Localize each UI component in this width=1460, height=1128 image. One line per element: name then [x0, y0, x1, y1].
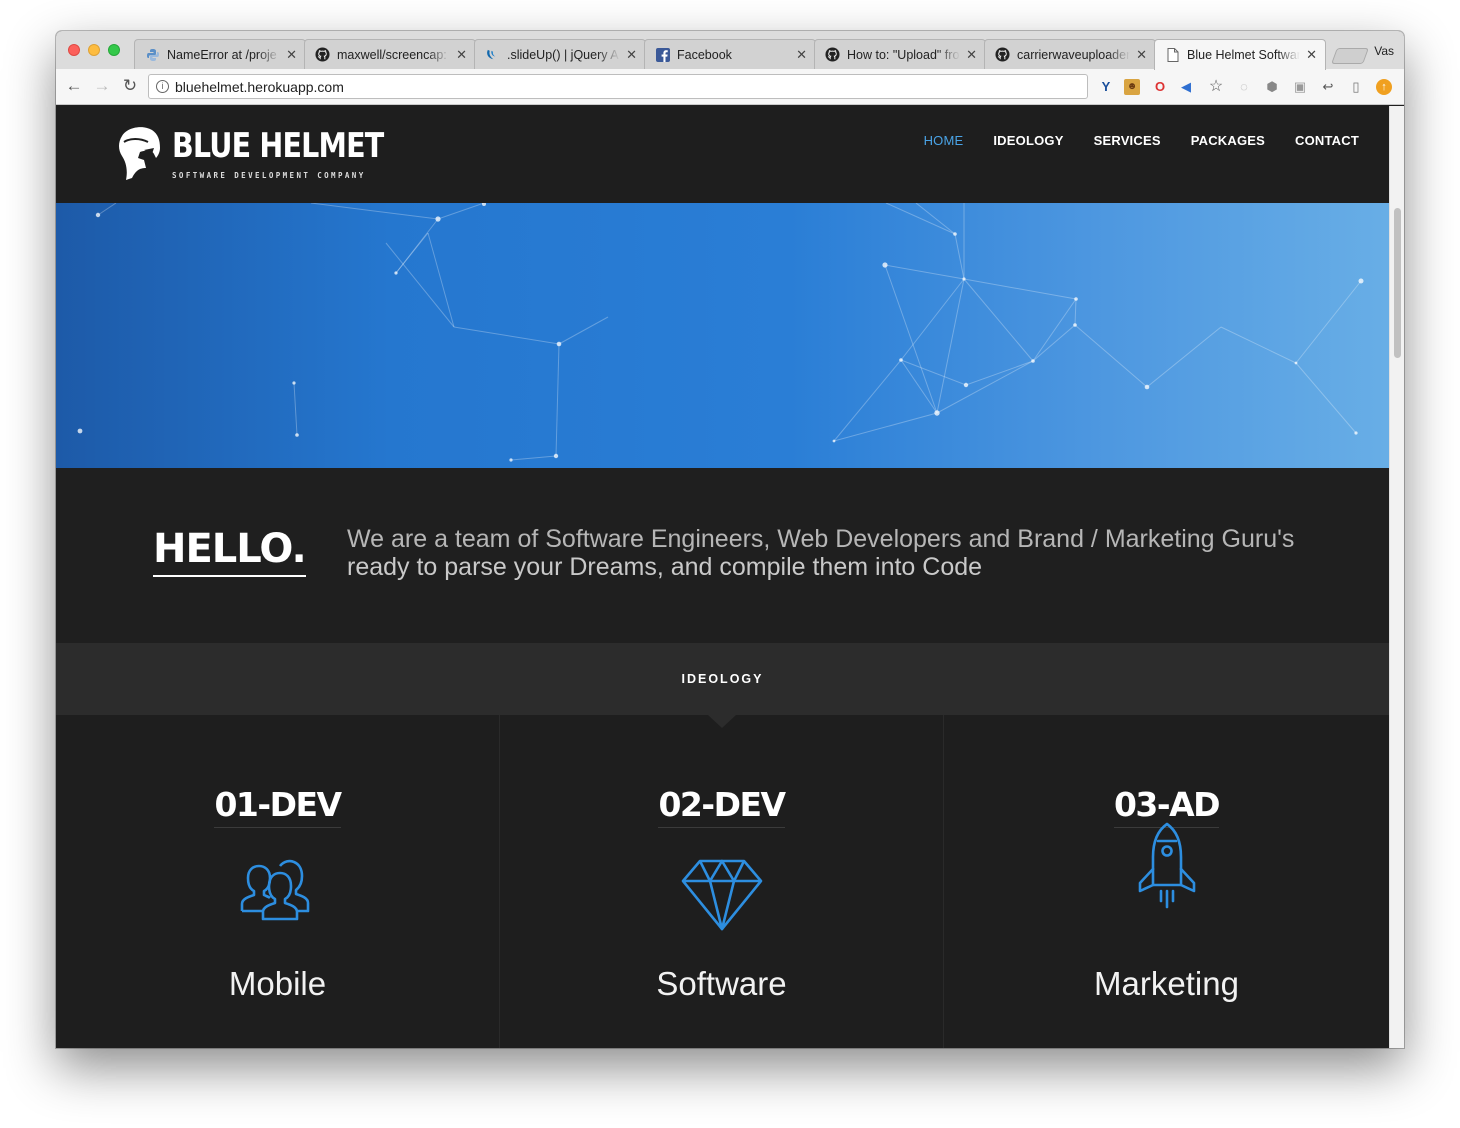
github-icon	[995, 47, 1010, 62]
tab-title: carrierwaveuploader	[1017, 47, 1131, 62]
diamond-icon	[681, 859, 762, 931]
facebook-icon	[655, 47, 670, 62]
tab-close-icon[interactable]: ✕	[286, 47, 297, 63]
intro-text: We are a team of Software Engineers, Web…	[347, 525, 1307, 581]
yoast-extension-icon[interactable]: Y	[1098, 79, 1114, 95]
logo-text: BLUE HELMET	[172, 126, 384, 166]
tab-title: maxwell/screencap:	[337, 47, 447, 62]
tab-close-icon[interactable]: ✕	[796, 47, 807, 63]
tab-4[interactable]: Facebook ✕	[644, 39, 816, 69]
minimize-window-button[interactable]	[88, 44, 100, 56]
tab-7-active[interactable]: Blue Helmet Softwar ✕	[1154, 39, 1326, 70]
tab-title: Blue Helmet Softwar	[1187, 48, 1301, 62]
bookmark-star-icon[interactable]: ☆	[1208, 79, 1224, 95]
tab-strip: NameError at /proje ✕ maxwell/screencap:…	[56, 31, 1404, 70]
column-label: Software	[656, 965, 787, 1002]
column-number: 01-DEV	[214, 785, 342, 828]
tab-title: NameError at /proje	[167, 47, 277, 62]
jquery-icon	[485, 47, 500, 62]
column-label: Marketing	[1094, 965, 1239, 1002]
scrollbar-thumb[interactable]	[1394, 208, 1401, 358]
nav-contact[interactable]: CONTACT	[1295, 133, 1359, 148]
close-window-button[interactable]	[68, 44, 80, 56]
network-particles-graphic	[77, 203, 1364, 462]
python-icon	[145, 47, 160, 62]
tab-close-icon[interactable]: ✕	[626, 47, 637, 63]
tab-1[interactable]: NameError at /proje ✕	[134, 39, 306, 69]
back-icon[interactable]: ←	[64, 77, 84, 95]
github-icon	[825, 47, 840, 62]
tab-6[interactable]: carrierwaveuploader ✕	[984, 39, 1156, 69]
browser-window: NameError at /proje ✕ maxwell/screencap:…	[56, 31, 1404, 1048]
forward-icon[interactable]: →	[92, 77, 112, 95]
maximize-window-button[interactable]	[108, 44, 120, 56]
github-icon	[315, 47, 330, 62]
ideology-column-software: 02-DEV Software	[500, 715, 944, 1048]
ideology-columns: 01-DEV Mobile 02-DEV Software 03-AD Mark…	[56, 715, 1389, 1048]
url-text: bluehelmet.herokuapp.com	[175, 78, 344, 95]
nav-packages[interactable]: PACKAGES	[1191, 133, 1265, 148]
ideology-title: IDEOLOGY	[681, 672, 764, 686]
browser-toolbar: ← → ↻ i bluehelmet.herokuapp.com Y ☻ O ◀…	[56, 69, 1404, 105]
tab-close-icon[interactable]: ✕	[1136, 47, 1147, 63]
megaphone-extension-icon[interactable]: ◀	[1178, 79, 1194, 95]
face-extension-icon[interactable]: ☻	[1124, 79, 1140, 95]
new-tab-button[interactable]	[1331, 48, 1369, 64]
tab-close-icon[interactable]: ✕	[966, 47, 977, 63]
tab-2[interactable]: maxwell/screencap: ✕	[304, 39, 476, 69]
users-icon	[240, 859, 309, 921]
circle-extension-icon[interactable]: ◌	[1236, 79, 1252, 95]
tab-close-icon[interactable]: ✕	[456, 47, 467, 63]
helmet-icon	[119, 127, 160, 180]
column-number: 02-DEV	[658, 785, 786, 828]
tab-3[interactable]: .slideUp() | jQuery A ✕	[474, 39, 646, 69]
column-label: Mobile	[228, 965, 327, 1002]
reload-icon[interactable]: ↻	[120, 77, 140, 95]
site-logo[interactable]: BLUE HELMET SOFTWARE DEVELOPMENT COMPANY	[116, 124, 396, 184]
hero-banner	[56, 203, 1389, 468]
hello-heading: HELLO.	[153, 526, 307, 577]
square-extension-icon[interactable]: ▯	[1348, 79, 1364, 95]
hello-section: HELLO. We are a team of Software Enginee…	[56, 468, 1389, 643]
tab-title: Facebook	[677, 47, 732, 62]
intro-line-2: ready to parse your Dreams, and compile …	[347, 553, 983, 581]
update-extension-icon[interactable]: ↑	[1376, 79, 1392, 95]
web-page: BLUE HELMET SOFTWARE DEVELOPMENT COMPANY…	[56, 106, 1389, 1048]
reply-extension-icon[interactable]: ↩	[1320, 79, 1336, 95]
ideology-section-header: IDEOLOGY	[56, 643, 1389, 715]
cube-extension-icon[interactable]: ⬢	[1264, 79, 1280, 95]
nav-home[interactable]: HOME	[924, 133, 964, 148]
tab-close-icon[interactable]: ✕	[1306, 47, 1317, 63]
main-nav: HOME IDEOLOGY SERVICES PACKAGES CONTACT	[894, 133, 1359, 148]
logo-subtitle: SOFTWARE DEVELOPMENT COMPANY	[172, 171, 366, 180]
info-icon[interactable]: i	[156, 80, 169, 93]
section-pointer-arrow	[708, 715, 736, 728]
ideology-column-mobile: 01-DEV Mobile	[56, 715, 500, 1048]
tab-title: .slideUp() | jQuery A	[507, 47, 619, 62]
address-bar[interactable]: i bluehelmet.herokuapp.com	[148, 74, 1088, 99]
intro-line-1: We are a team of Software Engineers, Web…	[347, 525, 1295, 553]
nav-services[interactable]: SERVICES	[1094, 133, 1161, 148]
ideology-column-marketing: 03-AD Marketing	[944, 715, 1389, 1048]
rocket-icon	[1138, 822, 1195, 909]
tab-5[interactable]: How to: "Upload" fro ✕	[814, 39, 986, 69]
profile-name[interactable]: Vas	[1374, 44, 1394, 58]
page-icon	[1165, 48, 1180, 63]
badge-extension-icon[interactable]: ▣	[1292, 79, 1308, 95]
nav-ideology[interactable]: IDEOLOGY	[993, 133, 1063, 148]
site-header: BLUE HELMET SOFTWARE DEVELOPMENT COMPANY…	[56, 106, 1389, 203]
page-scrollbar[interactable]	[1389, 106, 1404, 1048]
opera-extension-icon[interactable]: O	[1152, 79, 1168, 95]
tab-title: How to: "Upload" fro	[847, 47, 960, 62]
